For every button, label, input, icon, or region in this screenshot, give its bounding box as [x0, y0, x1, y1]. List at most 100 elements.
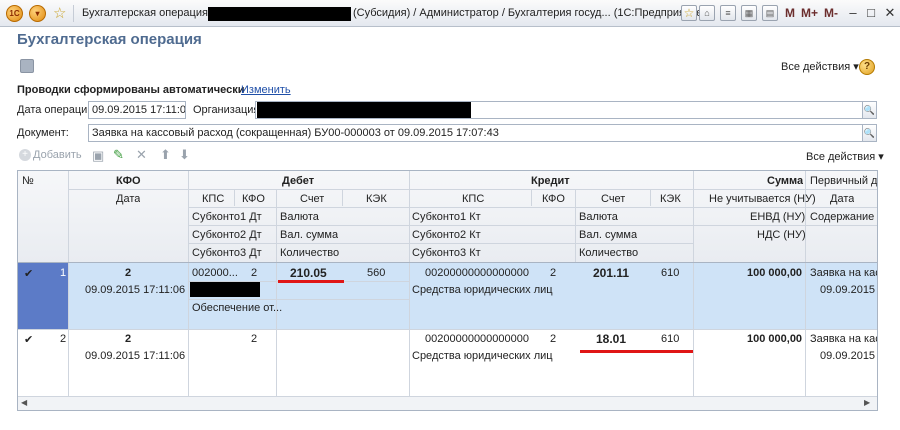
close-button[interactable]: ✕: [880, 4, 900, 22]
row-1-c-sub1[interactable]: Средства юридических лиц: [412, 284, 553, 296]
col-d-account-header[interactable]: Счет: [300, 193, 324, 205]
table-all-actions-button[interactable]: Все действия ▾: [806, 150, 884, 163]
col-c-sub2-header[interactable]: Субконто2 Кт: [412, 229, 481, 241]
change-link[interactable]: Изменить: [241, 84, 291, 96]
row-2-d-kfo[interactable]: 2: [251, 333, 257, 345]
save-icon[interactable]: [20, 59, 34, 73]
minimize-button[interactable]: –: [843, 4, 863, 22]
row-2-date[interactable]: 09.09.2015 17:11:06: [85, 350, 185, 362]
col-d-qty-header[interactable]: Количество: [280, 247, 339, 259]
col-envd-header[interactable]: ЕНВД (НУ): [750, 211, 805, 223]
col-d-kfo-header[interactable]: КФО: [242, 193, 265, 205]
row-1-kfo[interactable]: 2: [125, 267, 131, 279]
col-c-kfo-header[interactable]: КФО: [542, 193, 565, 205]
row-1-c-account[interactable]: 201.11: [593, 266, 629, 280]
row-2-primary[interactable]: Заявка на касс: [810, 333, 877, 345]
scroll-right-icon[interactable]: ▶: [864, 398, 870, 407]
col-d-cur-sum-header[interactable]: Вал. сумма: [280, 229, 338, 241]
main-menu-icon[interactable]: ▾: [29, 5, 46, 22]
col-c-qty-header[interactable]: Количество: [579, 247, 638, 259]
col-c-kek-header[interactable]: КЭК: [660, 193, 681, 205]
row-2-c-kek[interactable]: 610: [661, 333, 679, 345]
org-field[interactable]: 🔍: [255, 101, 877, 119]
row-1-sum[interactable]: 100 000,00: [747, 267, 802, 279]
form-all-actions-button[interactable]: Все действия ▾: [781, 60, 859, 73]
row-2-sum[interactable]: 100 000,00: [747, 333, 802, 345]
row-1-num[interactable]: 1: [60, 267, 66, 279]
document-field[interactable]: Заявка на кассовый расход (сокращенная) …: [88, 124, 877, 142]
row-1-primary[interactable]: Заявка на касс: [810, 267, 877, 279]
col-d-sub2-header[interactable]: Субконто2 Дт: [192, 229, 262, 241]
favorite-star-icon[interactable]: ☆: [53, 4, 66, 22]
row-1-d-account[interactable]: 210.05: [290, 266, 327, 280]
col-d-currency-header[interactable]: Валюта: [280, 211, 319, 223]
row-1-c-kfo[interactable]: 2: [550, 267, 556, 279]
col-d-sub3-header[interactable]: Субконто3 Дт: [192, 247, 262, 259]
memory-minus-button[interactable]: M-: [824, 6, 838, 20]
move-down-icon[interactable]: ⬇: [179, 147, 190, 163]
col-d-sub1-header[interactable]: Субконто1 Дт: [192, 211, 262, 223]
row-2-c-kfo[interactable]: 2: [550, 333, 556, 345]
edit-pencil-icon[interactable]: ✎: [113, 147, 124, 163]
col-c-account-header[interactable]: Счет: [601, 193, 625, 205]
row-1-d-sub2[interactable]: Обеспечение от...: [192, 302, 282, 314]
col-c-sub3-header[interactable]: Субконто3 Кт: [412, 247, 481, 259]
memory-m-button[interactable]: M: [785, 6, 795, 20]
col-date-header[interactable]: Дата: [116, 193, 140, 205]
horizontal-scrollbar[interactable]: ◀ ▶: [18, 396, 877, 410]
restore-button[interactable]: □: [861, 4, 881, 22]
row-2-active-check[interactable]: ✔: [24, 333, 33, 346]
col-not-counted-header[interactable]: Не учитывается (НУ): [709, 193, 816, 205]
col-c-kps-header[interactable]: КПС: [462, 193, 484, 205]
memory-plus-button[interactable]: M+: [801, 6, 818, 20]
calculator-icon[interactable]: ▦: [741, 5, 757, 21]
scroll-left-icon[interactable]: ◀: [21, 398, 27, 407]
col-c-cur-sum-header[interactable]: Вал. сумма: [579, 229, 637, 241]
row-2-primary-date[interactable]: 09.09.2015: [820, 350, 875, 362]
app-logo-icon[interactable]: 1C: [6, 5, 23, 22]
delete-icon[interactable]: ✕: [136, 147, 147, 163]
add-button[interactable]: + Добавить: [19, 149, 82, 162]
row-1-c-kek[interactable]: 610: [661, 267, 679, 279]
col-c-sub1-header[interactable]: Субконто1 Кт: [412, 211, 481, 223]
op-date-field[interactable]: 09.09.2015 17:11:06: [88, 101, 186, 119]
col-vat-header[interactable]: НДС (НУ): [757, 229, 806, 241]
add-favorite-icon[interactable]: ☆: [681, 5, 697, 21]
grid-line: [68, 189, 877, 190]
redacted-subconto1: [190, 282, 260, 297]
help-icon[interactable]: ?: [859, 59, 875, 75]
doc-label: Документ:: [17, 127, 69, 139]
copy-icon[interactable]: ▣: [92, 148, 104, 164]
row-2-kfo[interactable]: 2: [125, 333, 131, 345]
grid-line: [188, 171, 189, 396]
col-sum-header[interactable]: Сумма: [767, 175, 803, 187]
col-content-header[interactable]: Содержание оп: [810, 211, 877, 223]
col-d-kek-header[interactable]: КЭК: [366, 193, 387, 205]
row-2-c-kps[interactable]: 00200000000000000: [425, 333, 529, 345]
history-icon[interactable]: ≡: [720, 5, 736, 21]
org-search-icon[interactable]: 🔍: [862, 102, 876, 118]
calendar-icon[interactable]: ▤: [762, 5, 778, 21]
col-credit-header[interactable]: Кредит: [531, 175, 570, 187]
col-d-kps-header[interactable]: КПС: [202, 193, 224, 205]
row-1-active-check[interactable]: ✔: [24, 267, 33, 280]
col-num-header[interactable]: №: [22, 175, 34, 187]
row-2-num[interactable]: 2: [60, 333, 66, 345]
redacted-org-value: [257, 102, 471, 118]
col-primary-date-header[interactable]: Дата: [830, 193, 854, 205]
link-icon[interactable]: ⌂: [699, 5, 715, 21]
move-up-icon[interactable]: ⬆: [160, 147, 171, 163]
col-kfo-header[interactable]: КФО: [116, 175, 141, 187]
row-1-d-kps[interactable]: 002000...: [192, 267, 238, 279]
col-debit-header[interactable]: Дебет: [282, 175, 314, 187]
row-2-c-account[interactable]: 18.01: [596, 332, 626, 346]
col-c-currency-header[interactable]: Валюта: [579, 211, 618, 223]
row-1-primary-date[interactable]: 09.09.2015: [820, 284, 875, 296]
row-1-date[interactable]: 09.09.2015 17:11:06: [85, 284, 185, 296]
row-2-c-sub1[interactable]: Средства юридических лиц: [412, 350, 553, 362]
col-primary-header[interactable]: Первичный док: [810, 175, 877, 187]
document-search-icon[interactable]: 🔍: [862, 125, 876, 141]
row-1-d-kfo[interactable]: 2: [251, 267, 257, 279]
row-1-d-kek[interactable]: 560: [367, 267, 385, 279]
row-1-c-kps[interactable]: 00200000000000000: [425, 267, 529, 279]
